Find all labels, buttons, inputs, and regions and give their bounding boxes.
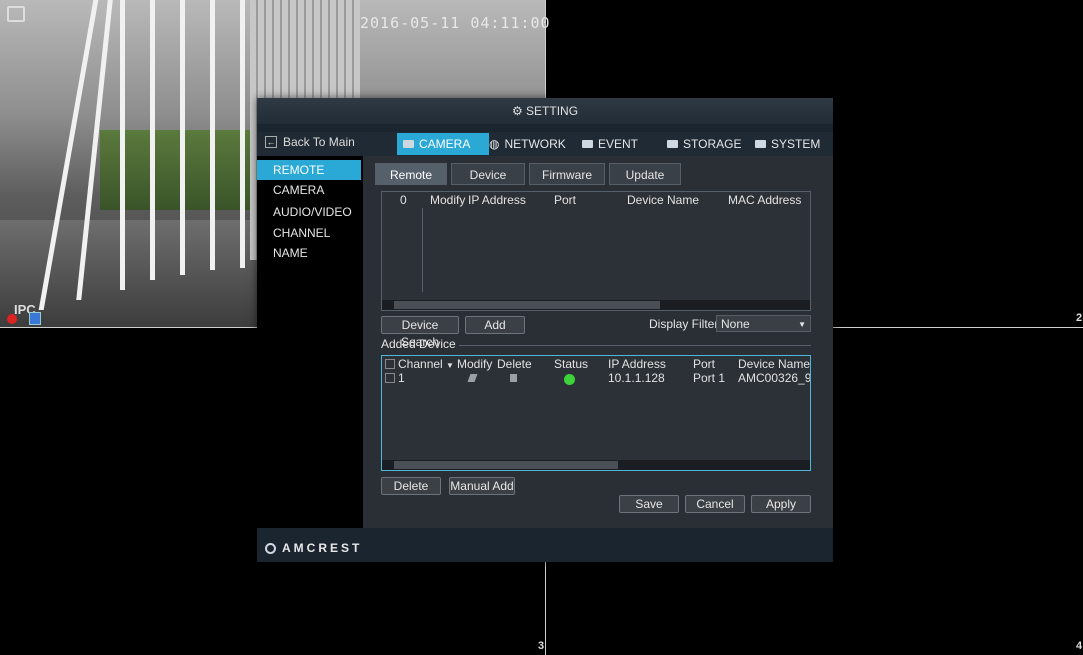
scrollbar-thumb[interactable]: [394, 301, 660, 309]
sort-down-icon: ▼: [446, 361, 454, 370]
fullscreen-icon[interactable]: [7, 6, 25, 22]
tab-storage[interactable]: STORAGE: [661, 133, 753, 155]
subtab-update[interactable]: Update: [609, 163, 681, 185]
row-channel: 1: [398, 371, 405, 385]
save-button[interactable]: Save: [619, 495, 679, 513]
feed-fence-bar: [120, 0, 125, 290]
added-devices-table[interactable]: Channel ▼ Modify Delete Status IP Addres…: [381, 355, 811, 471]
display-filter-value: None: [721, 317, 750, 331]
brand-name: AMCREST: [282, 541, 363, 555]
tab-event-label: EVENT: [598, 137, 639, 151]
tab-system[interactable]: SYSTEM: [749, 133, 833, 155]
timestamp: 2016-05-11 04:11:00: [360, 14, 551, 32]
tab-camera[interactable]: CAMERA: [397, 133, 489, 155]
settings-dialog: ⚙ SETTING ← Back To Main CAMERA ◍ NETWOR…: [257, 98, 833, 562]
device-search-button[interactable]: Device Search: [381, 316, 459, 349]
row-checkbox[interactable]: [385, 373, 395, 383]
event-icon: [582, 140, 593, 148]
tab-event[interactable]: EVENT: [576, 133, 658, 155]
scrollbar-thumb[interactable]: [394, 461, 618, 469]
section-divider: [459, 345, 811, 346]
camera-number-4: 4: [1076, 640, 1083, 652]
edit-icon[interactable]: [467, 374, 478, 382]
added-table-scrollbar[interactable]: [382, 460, 810, 470]
brand-logo: AMCREST: [265, 541, 362, 555]
tab-storage-label: STORAGE: [683, 137, 742, 151]
display-filter-label: Display Filter: [649, 317, 719, 331]
back-to-main-label: Back To Main: [283, 135, 355, 149]
status-online-icon: [564, 374, 575, 385]
system-icon: [755, 140, 766, 148]
display-filter-select[interactable]: None ▼: [716, 315, 811, 332]
network-icon: [29, 312, 41, 325]
row-ip-address: 10.1.1.128: [608, 371, 665, 385]
search-table-header: 0 Modify IP Address Port Device Name MAC…: [382, 192, 810, 208]
tab-network-label: NETWORK: [504, 137, 566, 151]
subtab-device-status[interactable]: Device Status: [451, 163, 525, 204]
col-mac-address[interactable]: MAC Address: [728, 192, 801, 208]
row-port: Port 1: [693, 371, 726, 385]
col-ip-address[interactable]: IP Address: [468, 192, 526, 208]
search-count: 0: [400, 193, 407, 207]
storage-icon: [667, 140, 678, 148]
col-channel-label: Channel: [398, 357, 443, 371]
feed-fence-bar: [240, 0, 245, 268]
col-port[interactable]: Port: [554, 192, 576, 208]
cancel-button[interactable]: Cancel: [685, 495, 745, 513]
dialog-title: SETTING: [526, 104, 579, 118]
manual-add-button[interactable]: Manual Add: [449, 477, 515, 495]
table-row[interactable]: 1 10.1.1.128 Port 1 AMC00326_9N: [382, 370, 810, 386]
delete-button[interactable]: Delete: [381, 477, 441, 495]
search-results-table[interactable]: 0 Modify IP Address Port Device Name MAC…: [381, 191, 811, 311]
subtab-firmware[interactable]: Firmware: [529, 163, 605, 185]
add-button[interactable]: Add: [465, 316, 525, 334]
sidebar-item-camera[interactable]: CAMERA: [257, 180, 361, 200]
tab-system-label: SYSTEM: [771, 137, 821, 151]
tab-network[interactable]: ◍ NETWORK: [483, 133, 575, 155]
column-divider: [422, 208, 423, 292]
gear-icon: ⚙: [511, 104, 523, 118]
sidebar-item-remote[interactable]: REMOTE: [257, 160, 361, 180]
feed-fence-bar: [180, 0, 185, 275]
amcrest-logo-icon: [265, 542, 276, 554]
col-modify[interactable]: Modify: [430, 192, 465, 208]
feed-fence-bar: [150, 0, 155, 280]
added-device-label: Added Device: [381, 337, 456, 351]
search-table-scrollbar[interactable]: [382, 300, 810, 310]
row-device-name: AMC00326_9N: [738, 371, 810, 385]
tab-camera-label: CAMERA: [419, 137, 471, 151]
apply-button[interactable]: Apply: [751, 495, 811, 513]
back-arrow-icon: ←: [265, 136, 277, 148]
settings-sidebar: REMOTE CAMERA AUDIO/VIDEO CHANNEL NAME: [257, 156, 363, 528]
sidebar-item-audio-video[interactable]: AUDIO/VIDEO: [257, 202, 361, 222]
select-all-checkbox[interactable]: [385, 359, 395, 369]
camera-number-2: 2: [1076, 312, 1083, 324]
sidebar-item-channel-name[interactable]: CHANNEL NAME: [257, 223, 361, 260]
back-to-main-button[interactable]: ← Back To Main: [265, 135, 355, 149]
camera-icon: [403, 140, 414, 148]
col-device-name[interactable]: Device Name: [627, 192, 699, 208]
dialog-title-bar: ⚙ SETTING: [257, 98, 833, 124]
network-globe-icon: ◍: [489, 137, 500, 151]
feed-fence-bar: [210, 0, 215, 270]
camera-number-3: 3: [538, 640, 545, 652]
chevron-down-icon: ▼: [798, 320, 806, 329]
trash-icon[interactable]: [510, 374, 517, 382]
subtab-remote[interactable]: Remote: [375, 163, 447, 185]
